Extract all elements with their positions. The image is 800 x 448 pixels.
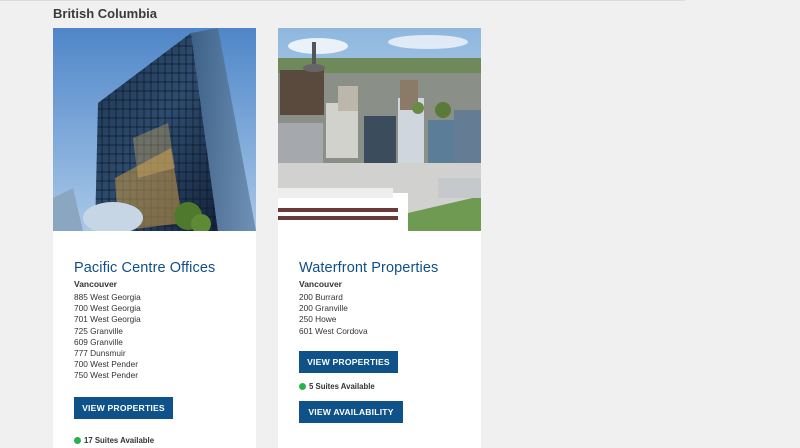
address-item: 250 Howe [299,314,337,325]
region-heading: British Columbia [53,6,158,21]
waterfront-cityscape-photo [278,28,481,231]
availability-status: 5 Suites Available [299,382,481,391]
card-title[interactable]: Pacific Centre Offices [74,259,256,277]
top-divider [0,0,685,1]
address-item: 885 West Georgia [74,292,141,302]
property-card-pacific-centre: Pacific Centre Offices Vancouver 885 Wes… [53,28,256,448]
available-dot-icon [299,382,306,390]
address-item: 609 Granville [74,336,123,347]
available-dot-icon [74,436,81,444]
address-item: 701 West Georgia [74,314,141,325]
view-properties-button[interactable]: VIEW PROPERTIES [299,350,398,373]
view-properties-button[interactable]: VIEW PROPERTIES [74,396,173,419]
address-item: 200 Burrard [299,292,343,302]
property-card-waterfront: Waterfront Properties Vancouver 200 Burr… [278,28,481,448]
address-item: 601 West Cordova [299,325,368,336]
address-list: 885 West Georgia 700 West Georgia 701 We… [74,292,256,382]
address-list: 200 Burrard 200 Granville 250 Howe 601 W… [299,292,481,337]
property-photo[interactable] [278,28,481,231]
availability-status: 17 Suites Available [74,436,256,445]
card-city: Vancouver [299,279,342,289]
address-item: 725 Granville [74,325,123,336]
address-item: 750 West Pender [74,370,138,381]
office-tower-photo [53,28,256,231]
availability-text: 5 Suites Available [309,381,375,391]
address-item: 700 West Georgia [74,303,141,314]
address-item: 700 West Pender [74,359,138,370]
view-availability-button[interactable]: VIEW AVAILABILITY [299,400,403,423]
address-item: 777 Dunsmuir [74,348,126,359]
property-photo[interactable] [53,28,256,231]
card-city: Vancouver [74,279,117,289]
address-item: 200 Granville [299,303,348,314]
card-title[interactable]: Waterfront Properties [299,259,481,277]
availability-text: 17 Suites Available [84,435,155,445]
